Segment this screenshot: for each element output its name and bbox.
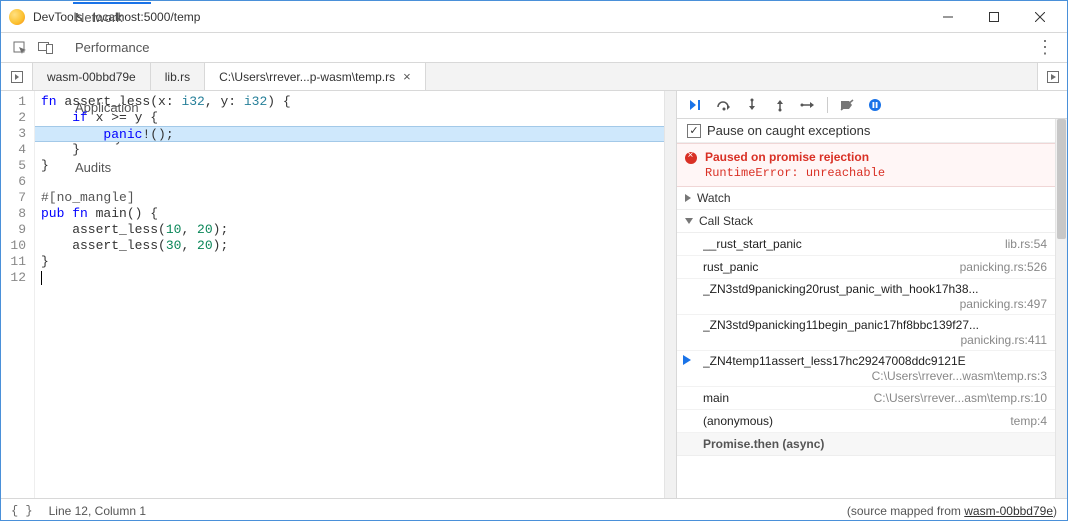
resume-icon[interactable] [683,94,709,116]
callstack-frame[interactable]: C:\Users\rrever...asm\temp.rs:10main [677,387,1055,410]
code-line[interactable]: assert_less(10, 20); [35,222,664,238]
debugger-scrollbar[interactable] [1055,119,1067,498]
code-line[interactable] [35,270,664,286]
code-content[interactable]: fn assert_less(x: i32, y: i32) { if x >=… [35,91,664,498]
source-mapped-label: (source mapped from wasm-00bbd79e) [847,504,1057,518]
pretty-print-icon[interactable]: { } [11,504,33,518]
callstack-list: lib.rs:54__rust_start_panicpanicking.rs:… [677,233,1055,433]
tab-network[interactable]: Network [61,3,163,33]
paused-title: Paused on promise rejection [705,150,1047,164]
maximize-button[interactable] [971,2,1017,32]
run-snippet-icon[interactable] [1037,63,1067,90]
pause-on-caught-label: Pause on caught exceptions [707,123,870,138]
editor-scrollbar[interactable] [664,91,676,498]
callstack-frame[interactable]: _ZN3std9panicking11begin_panic17hf8bbc13… [677,315,1055,351]
code-line[interactable]: fn assert_less(x: i32, y: i32) { [35,94,664,110]
tab-performance[interactable]: Performance [61,33,163,63]
status-bar: { } Line 12, Column 1 (source mapped fro… [1,498,1067,522]
file-tab[interactable]: C:\Users\rrever...p-wasm\temp.rs× [205,63,426,90]
paused-message: Paused on promise rejection RuntimeError… [677,143,1055,187]
watch-section-header[interactable]: Watch [677,187,1055,210]
inspect-element-icon[interactable] [9,37,31,59]
file-tab-strip: wasm-00bbd79elib.rsC:\Users\rrever...p-w… [1,63,1067,91]
error-icon [685,152,697,164]
pause-exceptions-icon[interactable] [862,94,888,116]
pause-on-caught-checkbox[interactable]: ✓ [687,124,701,138]
step-over-icon[interactable] [711,94,737,116]
file-tab[interactable]: lib.rs [151,63,205,90]
main-area: 123456789101112 fn assert_less(x: i32, y… [1,91,1067,498]
callstack-frame[interactable]: panicking.rs:526rust_panic [677,256,1055,279]
close-tab-icon[interactable]: × [403,69,411,84]
code-line[interactable]: if x >= y { [35,110,664,126]
devtools-tabs: ElementsConsoleSourcesNetworkPerformance… [1,33,1067,63]
code-line[interactable]: } [35,142,664,158]
navigator-toggle-icon[interactable] [1,63,33,90]
source-map-link[interactable]: wasm-00bbd79e [964,504,1053,518]
code-line[interactable] [35,174,664,190]
callstack-frame[interactable]: lib.rs:54__rust_start_panic [677,233,1055,256]
code-line[interactable]: #[no_mangle] [35,190,664,206]
code-line[interactable]: assert_less(30, 20); [35,238,664,254]
debugger-panel: ✓ Pause on caught exceptions Paused on p… [677,91,1067,498]
debugger-toolbar [677,91,1067,119]
file-tab[interactable]: wasm-00bbd79e [33,63,151,90]
line-gutter: 123456789101112 [1,91,35,498]
code-line[interactable]: } [35,254,664,270]
step-icon[interactable] [795,94,821,116]
close-button[interactable] [1017,2,1063,32]
minimize-button[interactable] [925,2,971,32]
pause-on-caught-row[interactable]: ✓ Pause on caught exceptions [677,119,1055,143]
paused-error-text: RuntimeError: unreachable [705,166,1047,180]
more-icon[interactable]: ⋮ [1031,37,1059,58]
callstack-frame[interactable]: _ZN3std9panicking20rust_panic_with_hook1… [677,279,1055,315]
code-line[interactable]: panic!(); [35,126,664,142]
cursor-position: Line 12, Column 1 [49,504,146,518]
window-title: DevTools - localhost:5000/temp [33,10,925,24]
callstack-frame[interactable]: temp:4(anonymous) [677,410,1055,433]
callstack-section-header[interactable]: Call Stack [677,210,1055,233]
async-separator: Promise.then (async) [677,433,1055,456]
app-icon [9,9,25,25]
deactivate-breakpoints-icon[interactable] [834,94,860,116]
step-out-icon[interactable] [767,94,793,116]
code-line[interactable]: pub fn main() { [35,206,664,222]
code-line[interactable]: } [35,158,664,174]
device-toolbar-icon[interactable] [35,37,57,59]
callstack-frame[interactable]: _ZN4temp11assert_less17hc29247008ddc9121… [677,351,1055,387]
window-controls [925,2,1063,32]
step-into-icon[interactable] [739,94,765,116]
code-editor[interactable]: 123456789101112 fn assert_less(x: i32, y… [1,91,677,498]
